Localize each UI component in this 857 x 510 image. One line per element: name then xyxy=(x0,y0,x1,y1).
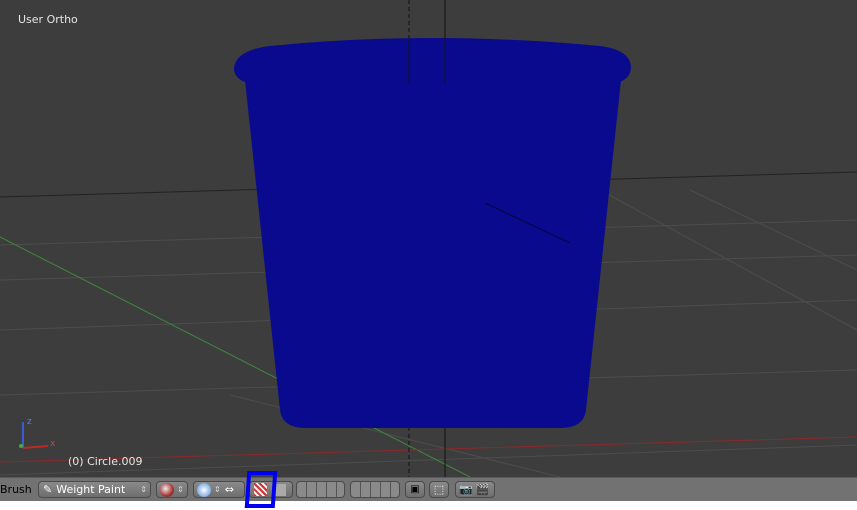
pivot-icon xyxy=(197,482,211,497)
brush-menu[interactable]: Brush xyxy=(0,483,32,496)
clapper-icon: 🎬 xyxy=(475,483,490,496)
cup-rim xyxy=(234,38,631,84)
render-icon: 📷 xyxy=(459,483,473,496)
view-label: User Ortho xyxy=(18,13,78,26)
svg-text:z: z xyxy=(27,417,32,427)
lock-layers-button[interactable]: ▣ xyxy=(405,481,425,498)
object-label: (0) Circle.009 xyxy=(68,455,143,468)
manipulator-icon: ⇔ xyxy=(224,483,234,496)
weight-paint-icon: ✎ xyxy=(43,483,53,496)
snap-button[interactable]: ⬚ xyxy=(429,481,449,498)
occlude-geometry-icon xyxy=(275,483,286,496)
lock-camera-icon: ▣ xyxy=(410,484,420,495)
scene-layers-2[interactable] xyxy=(350,481,400,498)
3d-viewport[interactable]: z x User Ortho (0) Circle.009 xyxy=(0,0,857,477)
cup-object xyxy=(245,80,621,428)
header-toolbar: Brush ✎ Weight Paint ⇕ ⇕ ⇕ ⇔ ▣ ⬚ 📷 🎬 xyxy=(0,477,857,501)
highlight-box xyxy=(244,471,278,508)
shading-sphere-icon xyxy=(160,482,174,497)
snap-icon: ⬚ xyxy=(433,483,445,496)
scene-layers-1[interactable] xyxy=(296,481,345,498)
viewport-scene: z x xyxy=(0,0,857,477)
mode-selector[interactable]: ✎ Weight Paint ⇕ xyxy=(38,481,151,498)
shading-selector[interactable]: ⇕ xyxy=(156,481,188,498)
axis-gizmo: z x xyxy=(19,417,56,449)
pivot-selector[interactable]: ⇕ ⇔ xyxy=(193,481,245,498)
svg-text:x: x xyxy=(50,439,56,449)
render-buttons[interactable]: 📷 🎬 xyxy=(455,481,495,498)
